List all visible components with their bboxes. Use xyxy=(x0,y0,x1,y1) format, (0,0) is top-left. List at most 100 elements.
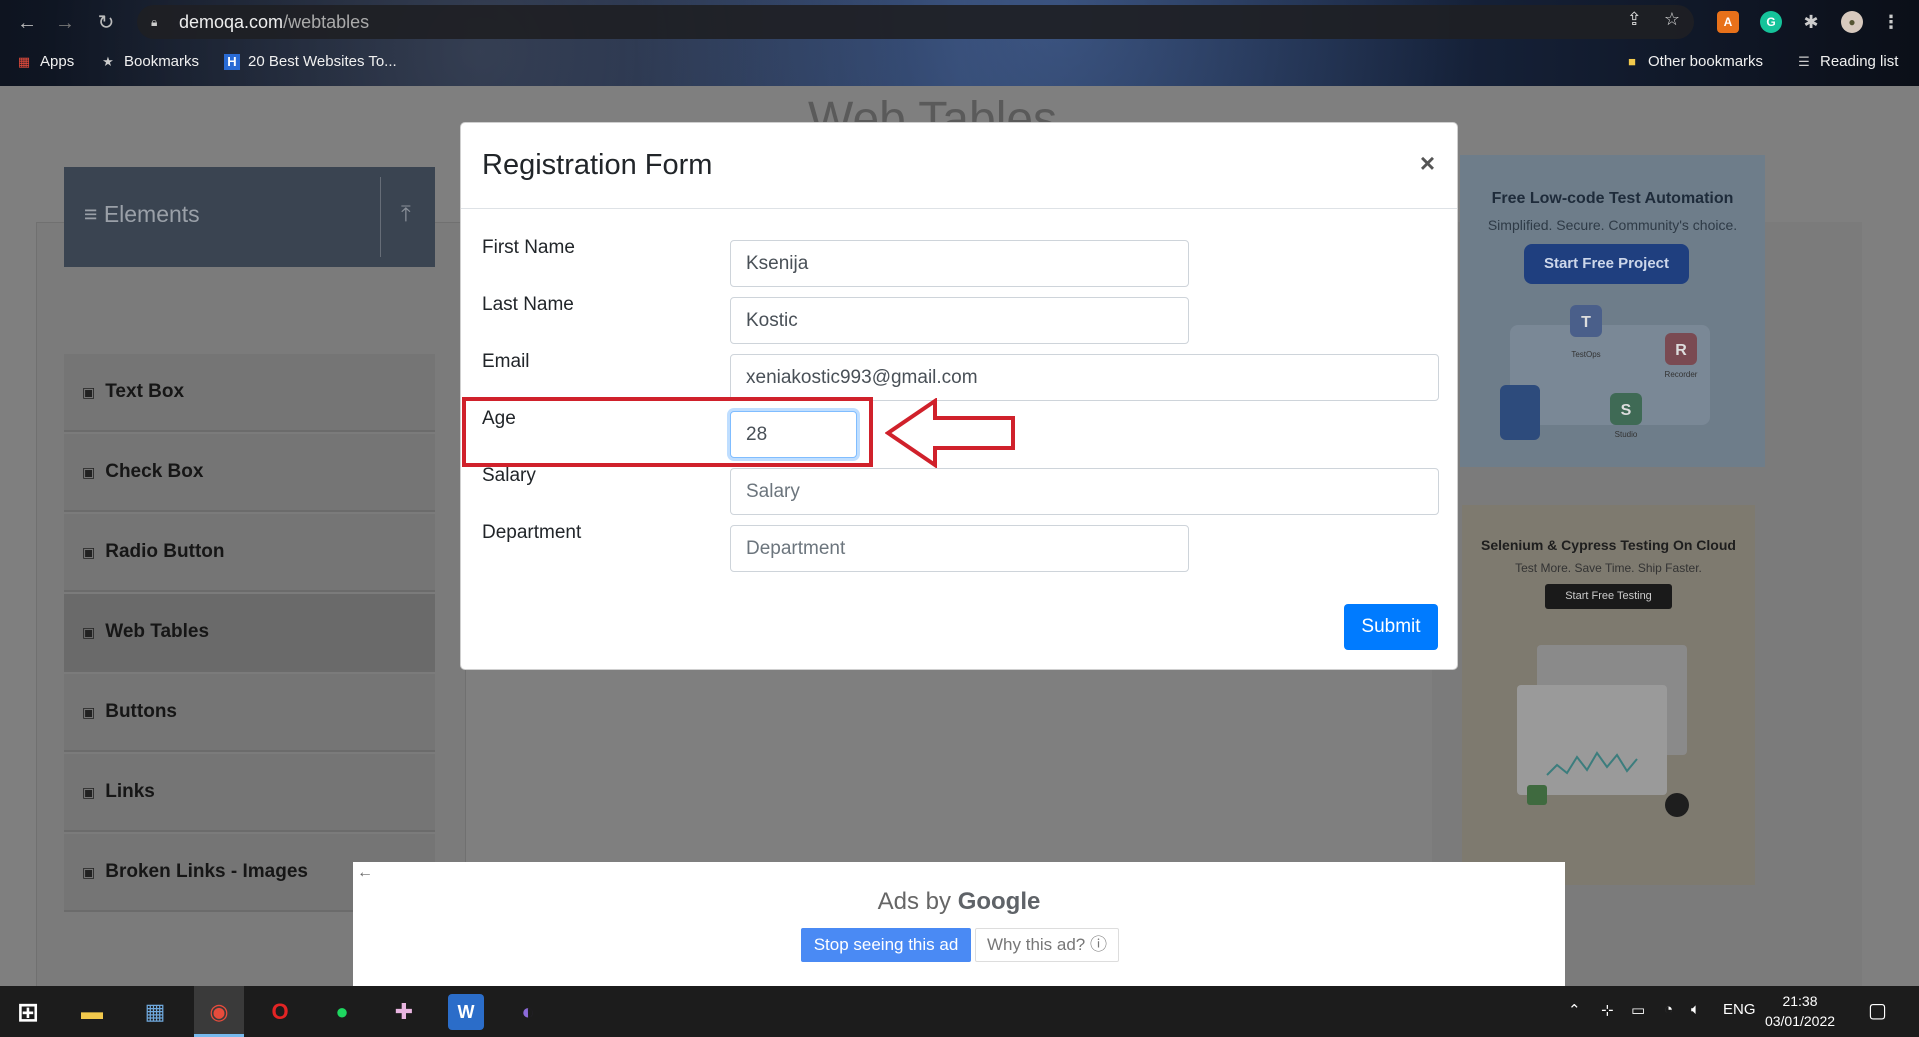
sidebar-item-label: Check Box xyxy=(105,461,204,482)
salary-label: Salary xyxy=(482,465,536,486)
ad-katalon[interactable]: Free Low-code Test Automation Simplified… xyxy=(1460,155,1765,467)
lock-icon: 🔒︎ xyxy=(151,15,158,29)
battery-icon[interactable]: ▭ xyxy=(1631,1001,1645,1019)
profile-avatar[interactable]: ● xyxy=(1841,11,1863,33)
sidebar-item-label: Text Box xyxy=(105,381,185,402)
last-name-label: Last Name xyxy=(482,294,574,315)
sidebar-item-label: Web Tables xyxy=(105,621,210,642)
other-bookmarks[interactable]: ■ Other bookmarks xyxy=(1624,53,1763,70)
viber-icon[interactable]: ◐ xyxy=(510,994,546,1030)
first-name-label: First Name xyxy=(482,237,575,258)
stop-seeing-ad-button[interactable]: Stop seeing this ad xyxy=(801,928,971,962)
bookmarks-bar: ▦ Apps ★ Bookmarks H 20 Best Websites To… xyxy=(0,48,1919,78)
slack-icon[interactable]: ✚ xyxy=(386,994,422,1030)
sidebar-item-label: Links xyxy=(105,781,155,802)
sidebar-header-divider xyxy=(380,177,381,257)
forward-arrow-icon[interactable]: → xyxy=(52,10,78,36)
reload-icon[interactable]: ↻ xyxy=(93,10,119,36)
notifications-icon[interactable]: ▢ xyxy=(1868,998,1887,1023)
url-domain: demoqa.com xyxy=(179,11,284,32)
volume-icon[interactable]: 🔈︎ xyxy=(1691,1001,1700,1018)
extension-a-icon[interactable]: A xyxy=(1717,11,1739,33)
salary-input[interactable] xyxy=(730,468,1439,515)
ad2-headline: Selenium & Cypress Testing On Cloud xyxy=(1481,537,1736,553)
ad2-illustration xyxy=(1517,645,1689,817)
word-icon[interactable]: W xyxy=(448,994,484,1030)
sidebar-item-label: Radio Button xyxy=(105,541,225,562)
sidebar-item-web-tables[interactable]: ▣ Web Tables xyxy=(64,594,435,672)
clock[interactable]: 21:38 03/01/2022 xyxy=(1760,991,1840,1031)
windows-start-icon[interactable]: ⊞ xyxy=(10,994,46,1030)
sidebar-item-check-box[interactable]: ▣ Check Box xyxy=(64,434,435,512)
address-bar[interactable]: 🔒︎ demoqa.com/webtables ⇪ ☆ xyxy=(137,5,1694,39)
last-name-input[interactable] xyxy=(730,297,1189,344)
bookmark-apps[interactable]: ▦ Apps xyxy=(16,53,74,70)
puzzle-extensions-icon[interactable]: ✱ xyxy=(1800,11,1822,33)
hamburger-icon: ≡ xyxy=(84,201,104,227)
opera-icon[interactable]: O xyxy=(262,994,298,1030)
bookmark-label: Bookmarks xyxy=(124,53,200,70)
ad1-subline: Simplified. Secure. Community's choice. xyxy=(1487,217,1738,233)
bookmark-20-best-websites[interactable]: H 20 Best Websites To... xyxy=(224,53,397,70)
star-icon: ★ xyxy=(102,53,114,69)
browser-chrome: ← → ↻ 🔒︎ demoqa.com/webtables ⇪ ☆ A G ✱ … xyxy=(0,0,1919,86)
sidebar-header-label: Elements xyxy=(103,201,200,227)
sidebar-item-label: Buttons xyxy=(105,701,177,722)
bookmark-bookmarks[interactable]: ★ Bookmarks xyxy=(100,53,199,70)
close-icon[interactable]: × xyxy=(1420,148,1435,179)
collapse-up-icon[interactable]: ⤒ xyxy=(401,201,411,227)
menu-dots-icon[interactable]: ⋮ xyxy=(1880,11,1902,33)
bookmark-label: 20 Best Websites To... xyxy=(248,53,397,70)
email-input[interactable] xyxy=(730,354,1439,401)
spotify-icon[interactable]: ● xyxy=(324,994,360,1030)
folder-icon: ■ xyxy=(1628,53,1636,69)
share-icon[interactable]: ⇪ xyxy=(1627,9,1642,30)
ad1-cta-button[interactable]: Start Free Project xyxy=(1524,244,1689,284)
tray-chevron-icon[interactable]: ⌃ xyxy=(1568,1001,1581,1019)
reading-list[interactable]: ☰ Reading list xyxy=(1796,53,1898,70)
annotation-arrow-icon xyxy=(885,398,1015,468)
url-path: /webtables xyxy=(283,11,370,32)
sidebar-item-buttons[interactable]: ▣ Buttons xyxy=(64,674,435,752)
list-item-icon: ▣ xyxy=(82,383,96,400)
department-input[interactable] xyxy=(730,525,1189,572)
clock-date: 03/01/2022 xyxy=(1764,1013,1836,1029)
svg-text:S: S xyxy=(1621,402,1632,419)
other-bookmarks-label: Other bookmarks xyxy=(1648,53,1764,70)
list-item-icon: ▣ xyxy=(82,783,96,800)
modal-header: Registration Form × xyxy=(461,123,1457,209)
back-arrow-icon[interactable]: ← xyxy=(14,10,40,36)
sidebar-item-text-box[interactable]: ▣ Text Box xyxy=(64,354,435,432)
file-explorer-icon[interactable]: ▬ xyxy=(74,994,110,1030)
list-item-icon: ▣ xyxy=(82,463,96,480)
sidebar-item-radio-button[interactable]: ▣ Radio Button xyxy=(64,514,435,592)
clock-time: 21:38 xyxy=(1782,993,1818,1009)
network-icon[interactable]: ⊹ xyxy=(1601,1001,1614,1019)
chrome-icon[interactable]: ◉ xyxy=(201,994,237,1030)
svg-text:R: R xyxy=(1675,342,1687,359)
grammarly-icon[interactable]: G xyxy=(1760,11,1782,33)
ad-cloud-testing[interactable]: Selenium & Cypress Testing On Cloud Test… xyxy=(1462,505,1755,885)
bookmark-label: Apps xyxy=(40,53,75,70)
store-icon[interactable]: ▦ xyxy=(137,994,173,1030)
list-item-icon: ▣ xyxy=(82,623,96,640)
sidebar-elements-header[interactable]: ≡ Elements ⤒ xyxy=(64,167,435,267)
language-indicator[interactable]: ENG xyxy=(1723,1001,1756,1018)
sidebar-header-title: ≡ Elements xyxy=(84,201,200,228)
sidebar-item-links[interactable]: ▣ Links xyxy=(64,754,435,832)
reading-list-label: Reading list xyxy=(1820,53,1899,70)
back-arrow-icon[interactable]: ← xyxy=(357,864,373,882)
ad2-subline: Test More. Save Time. Ship Faster. xyxy=(1515,561,1702,575)
ad1-headline: Free Low-code Test Automation xyxy=(1491,190,1734,207)
bookmark-star-icon[interactable]: ☆ xyxy=(1664,9,1680,30)
ad1-label-studio: Studio xyxy=(1615,430,1638,439)
reading-list-icon: ☰ xyxy=(1798,53,1810,69)
ad1-illustration: T R S TestOps Recorder Studio xyxy=(1500,305,1710,440)
wifi-icon[interactable]: ◔ xyxy=(1664,1001,1673,1018)
submit-button[interactable]: Submit xyxy=(1344,604,1438,650)
why-this-ad-button[interactable]: Why this ad? ⓘ xyxy=(975,928,1119,962)
ad2-cta-button[interactable]: Start Free Testing xyxy=(1545,584,1672,609)
ads-by-google: Ads by Google xyxy=(353,888,1565,916)
first-name-input[interactable] xyxy=(730,240,1189,287)
email-label: Email xyxy=(482,351,530,372)
